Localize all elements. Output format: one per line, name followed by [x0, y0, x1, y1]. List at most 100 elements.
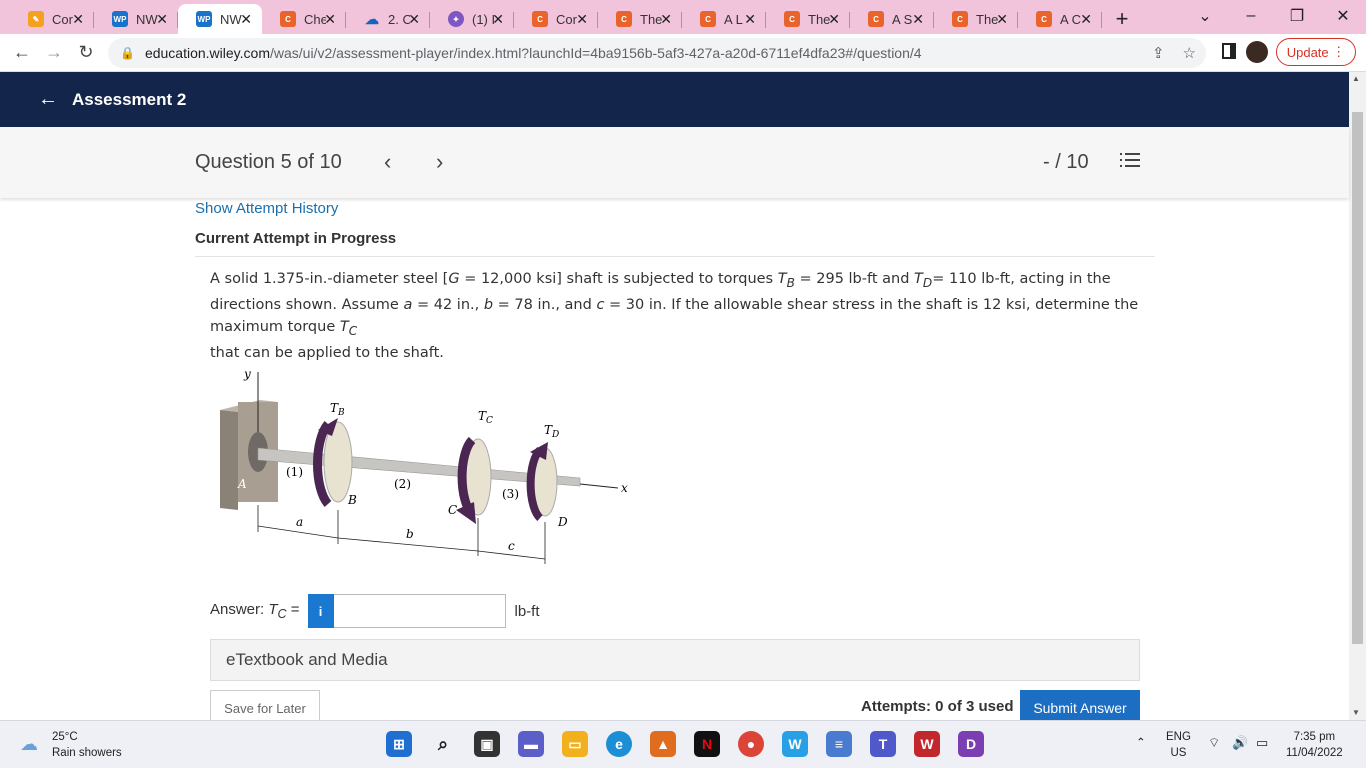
- close-tab-icon[interactable]: ✕: [408, 11, 420, 28]
- notepad-icon[interactable]: ≡: [826, 731, 852, 757]
- chrome-icon[interactable]: ●: [738, 731, 764, 757]
- edge-browser-icon[interactable]: e: [606, 731, 632, 757]
- profile-avatar[interactable]: [1246, 41, 1268, 63]
- close-tab-icon[interactable]: ✕: [492, 11, 504, 28]
- wifi-icon[interactable]: ⌔: [1208, 735, 1220, 751]
- browser-tab[interactable]: C A L ✕: [682, 4, 766, 34]
- tab-search-icon[interactable]: ⌄: [1182, 0, 1228, 32]
- weather-widget[interactable]: ☁ 25°C Rain showers: [20, 729, 122, 761]
- teams-chat-icon[interactable]: ▬: [518, 731, 544, 757]
- teams-icon[interactable]: T: [870, 731, 896, 757]
- browser-tab[interactable]: C The ✕: [766, 4, 850, 34]
- app-d-icon[interactable]: D: [958, 731, 984, 757]
- wall-side: [220, 410, 238, 510]
- url-host: education.wiley.com: [144, 44, 270, 61]
- minimize-icon[interactable]: –: [1228, 0, 1274, 32]
- c-icon: C: [952, 11, 968, 27]
- tab-title: Cor: [556, 11, 577, 27]
- c-icon: C: [280, 11, 296, 27]
- torque-b-label: TB: [330, 401, 345, 418]
- browser-tab[interactable]: ☁ 2. C ✕: [346, 4, 430, 34]
- close-tab-icon[interactable]: ✕: [324, 11, 336, 28]
- close-tab-icon[interactable]: ✕: [156, 11, 168, 28]
- tab-title: A S: [892, 11, 913, 27]
- scroll-down-arrow-icon[interactable]: ▼: [1352, 708, 1360, 717]
- close-tab-icon[interactable]: ✕: [72, 11, 84, 28]
- update-label: Update: [1286, 44, 1329, 60]
- y-axis-label: y: [243, 367, 251, 381]
- update-button[interactable]: Update ⋮: [1276, 38, 1356, 66]
- forward-arrow-icon[interactable]: →: [38, 37, 70, 69]
- scroll-up-arrow-icon[interactable]: ▲: [1352, 74, 1360, 83]
- show-hidden-icons-chevron-icon[interactable]: ⌃: [1136, 735, 1146, 751]
- url-path: /was/ui/v2/assessment-player/index.html?…: [269, 44, 922, 61]
- browser-tab[interactable]: C A S ✕: [850, 4, 934, 34]
- clock[interactable]: 7:35 pm 11/04/2022: [1286, 729, 1343, 761]
- tab-title: A L: [724, 11, 743, 27]
- back-arrow-icon[interactable]: ←: [38, 88, 58, 111]
- scrollbar-thumb[interactable]: [1352, 112, 1363, 644]
- file-explorer-icon[interactable]: ▭: [562, 731, 588, 757]
- browser-tab[interactable]: ✎ Cor ✕: [10, 4, 94, 34]
- url-field[interactable]: 🔒 education.wiley.com/was/ui/v2/assessme…: [108, 37, 1206, 68]
- side-panel-icon[interactable]: [1222, 43, 1236, 59]
- reload-icon[interactable]: ↻: [70, 37, 102, 69]
- close-tab-icon[interactable]: ✕: [1080, 11, 1092, 28]
- next-question-chevron-icon[interactable]: ›: [436, 149, 443, 175]
- browser-tab[interactable]: WP NW ✕: [178, 4, 262, 34]
- close-tab-icon[interactable]: ✕: [660, 11, 672, 28]
- question-list-icon[interactable]: [1120, 153, 1140, 171]
- matlab-icon[interactable]: ▲: [650, 731, 676, 757]
- browser-tab[interactable]: C Cor ✕: [514, 4, 598, 34]
- wps-office-icon[interactable]: W: [914, 731, 940, 757]
- browser-tab[interactable]: WP NW ✕: [94, 4, 178, 34]
- windows-start-icon[interactable]: ⊞: [386, 731, 412, 757]
- whiteboard-icon[interactable]: W: [782, 731, 808, 757]
- volume-icon[interactable]: 🔊: [1232, 735, 1248, 751]
- c-icon: C: [700, 11, 716, 27]
- shaft-diagram: y x TB TC TD A B C D (1) (2) (3) a b c: [220, 367, 628, 564]
- battery-icon[interactable]: ▭: [1256, 735, 1268, 751]
- back-arrow-icon[interactable]: ←: [6, 37, 38, 69]
- tab-title: NW: [136, 11, 158, 27]
- restore-icon[interactable]: ❐: [1274, 0, 1320, 32]
- address-bar-row: ← → ↻ 🔒 education.wiley.com/was/ui/v2/as…: [0, 34, 1366, 72]
- task-view-icon[interactable]: ▣: [474, 731, 500, 757]
- show-attempt-history-link[interactable]: Show Attempt History: [195, 200, 338, 217]
- bookmark-star-icon[interactable]: ☆: [1183, 44, 1196, 62]
- tab-title: The: [976, 11, 998, 27]
- language-indicator[interactable]: ENG US: [1166, 729, 1191, 761]
- browser-tab[interactable]: C Che ✕: [262, 4, 346, 34]
- torque-c-label: TC: [478, 409, 493, 426]
- question-text: A solid 1.375-in.-diameter steel [G = 12…: [210, 271, 1139, 361]
- close-tab-icon[interactable]: ✕: [912, 11, 924, 28]
- close-window-icon[interactable]: ✕: [1320, 0, 1366, 32]
- point-d-label: D: [557, 515, 568, 529]
- previous-question-chevron-icon[interactable]: ‹: [384, 149, 391, 175]
- browser-tab[interactable]: C A C ✕: [1018, 4, 1102, 34]
- answer-input[interactable]: [333, 594, 506, 628]
- new-tab-icon[interactable]: +: [1102, 4, 1142, 34]
- c-icon: C: [1036, 11, 1052, 27]
- point-a-label: A: [237, 477, 247, 491]
- search-icon[interactable]: ⌕: [430, 731, 456, 757]
- close-tab-icon[interactable]: ✕: [576, 11, 588, 28]
- question-score: - / 10: [1043, 151, 1089, 173]
- dimension-a-label: a: [296, 515, 303, 529]
- lock-icon: 🔒: [120, 45, 135, 60]
- point-c-label: C: [448, 503, 457, 517]
- browser-tab[interactable]: C The ✕: [934, 4, 1018, 34]
- info-icon[interactable]: i: [307, 594, 334, 628]
- browser-tab[interactable]: C The ✕: [598, 4, 682, 34]
- close-tab-icon[interactable]: ✕: [828, 11, 840, 28]
- close-tab-icon[interactable]: ✕: [744, 11, 756, 28]
- close-tab-icon[interactable]: ✕: [996, 11, 1008, 28]
- etextbook-media-panel[interactable]: eTextbook and Media: [210, 639, 1140, 681]
- answer-label: Answer: TC =: [210, 601, 300, 621]
- browser-tab[interactable]: ✦ (1) I ✕: [430, 4, 514, 34]
- close-tab-icon[interactable]: ✕: [240, 11, 252, 28]
- netflix-icon[interactable]: N: [694, 731, 720, 757]
- page-scrollbar[interactable]: ▲ ▼: [1349, 72, 1366, 720]
- wp-icon: WP: [112, 11, 128, 27]
- share-icon[interactable]: ⇪: [1152, 44, 1165, 62]
